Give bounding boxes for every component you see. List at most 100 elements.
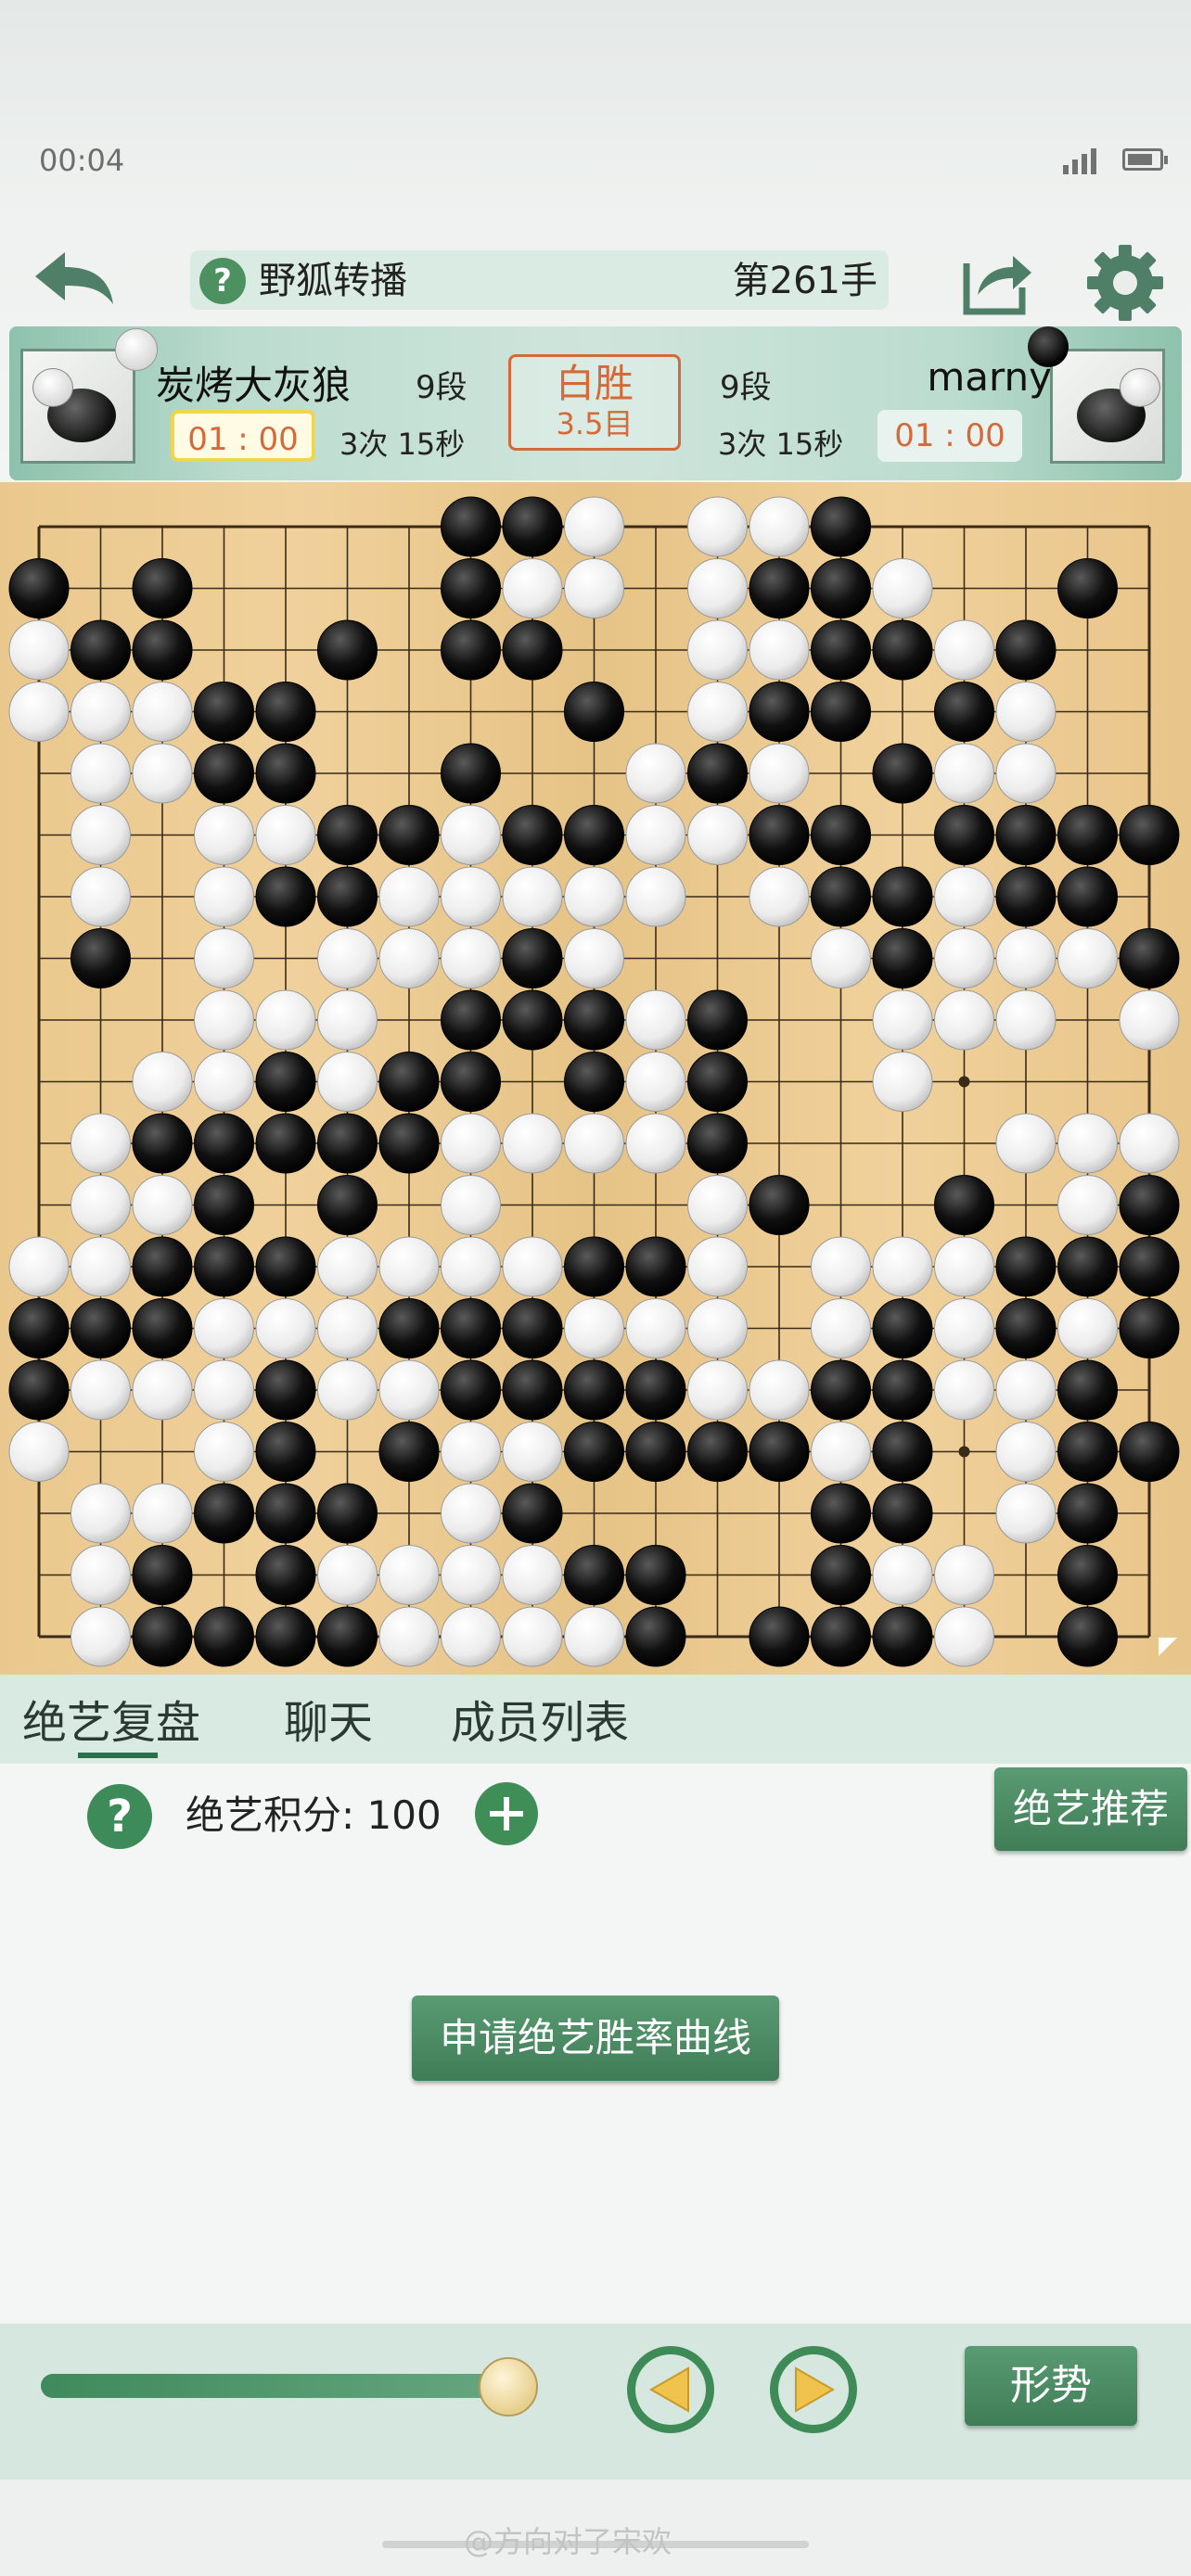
white-stone bbox=[1057, 1113, 1118, 1174]
help-icon[interactable]: ? bbox=[199, 258, 246, 304]
black-stone bbox=[441, 1052, 501, 1112]
black-stone bbox=[317, 1606, 378, 1667]
white-stone bbox=[194, 866, 254, 927]
black-player-rank: 9段 bbox=[416, 369, 467, 406]
black-stone bbox=[8, 1298, 70, 1358]
black-stone bbox=[687, 1422, 748, 1482]
white-stone bbox=[441, 1545, 501, 1605]
white-stone bbox=[687, 1359, 748, 1421]
tab-member-list[interactable]: 成员列表 bbox=[451, 1686, 629, 1751]
previous-move-button[interactable] bbox=[627, 2346, 714, 2433]
black-stone bbox=[502, 496, 563, 557]
white-stone bbox=[625, 805, 686, 865]
black-stone bbox=[687, 989, 748, 1051]
battery-icon bbox=[1122, 148, 1168, 171]
black-stone bbox=[687, 743, 748, 804]
black-stone bbox=[255, 1422, 316, 1482]
ai-recommend-button[interactable]: 绝艺推荐 bbox=[994, 1767, 1187, 1851]
gear-icon[interactable] bbox=[1083, 241, 1167, 325]
watermark: @方向对了宋欢 bbox=[464, 2524, 672, 2559]
black-stone bbox=[687, 1113, 748, 1174]
black-stone bbox=[441, 558, 501, 618]
black-stone bbox=[872, 1359, 933, 1421]
black-stone bbox=[378, 1113, 440, 1174]
black-stone bbox=[317, 1483, 378, 1544]
white-player-black-stone-indicator bbox=[1028, 326, 1069, 367]
black-stone bbox=[194, 1483, 254, 1544]
white-stone bbox=[625, 1113, 686, 1174]
black-stone bbox=[625, 1606, 686, 1667]
black-stone bbox=[8, 558, 70, 618]
move-slider-track[interactable] bbox=[41, 2374, 523, 2398]
white-stone bbox=[934, 1545, 994, 1605]
white-stone bbox=[934, 1298, 994, 1358]
white-stone bbox=[502, 1545, 563, 1605]
white-stone bbox=[934, 989, 994, 1051]
tab-chat[interactable]: 聊天 bbox=[284, 1686, 373, 1751]
white-stone bbox=[564, 866, 624, 927]
white-stone bbox=[564, 558, 624, 618]
score-help-icon[interactable]: ? bbox=[87, 1784, 152, 1849]
black-stone bbox=[502, 1483, 563, 1544]
white-stone bbox=[995, 1422, 1057, 1482]
share-icon[interactable] bbox=[961, 247, 1035, 317]
back-arrow-icon[interactable] bbox=[28, 243, 121, 317]
black-stone bbox=[564, 1545, 624, 1605]
white-stone bbox=[70, 805, 131, 865]
player-bar: 炭烤大灰狼 9段 01 : 00 3次 15秒 白胜 3.5目 9段 marny… bbox=[9, 326, 1182, 480]
black-stone bbox=[378, 1298, 440, 1358]
black-player-byoyomi: 3次 15秒 bbox=[339, 427, 466, 462]
black-stone bbox=[1057, 1422, 1118, 1482]
go-board-grid[interactable] bbox=[0, 482, 1191, 1678]
go-board[interactable] bbox=[0, 482, 1191, 1678]
tab-ai-review[interactable]: 绝艺复盘 bbox=[22, 1686, 200, 1751]
next-move-button[interactable] bbox=[770, 2346, 857, 2433]
situation-button[interactable]: 形势 bbox=[965, 2346, 1137, 2426]
white-stone bbox=[995, 1113, 1057, 1174]
white-stone bbox=[625, 1298, 686, 1358]
white-stone bbox=[749, 743, 810, 804]
white-stone bbox=[687, 1236, 748, 1297]
black-stone bbox=[502, 805, 563, 865]
white-stone bbox=[70, 1113, 131, 1174]
black-stone bbox=[132, 1298, 193, 1358]
move-slider-knob[interactable] bbox=[479, 2357, 538, 2417]
white-stone bbox=[441, 928, 501, 988]
black-stone bbox=[749, 1606, 810, 1667]
win-rate-curve-button[interactable]: 申请绝艺胜率曲线 bbox=[412, 1996, 779, 2081]
white-stone bbox=[934, 1606, 994, 1667]
white-stone bbox=[70, 1175, 131, 1235]
white-stone bbox=[378, 1236, 440, 1297]
white-stone bbox=[811, 1298, 871, 1358]
white-stone bbox=[995, 989, 1057, 1051]
white-stone bbox=[132, 682, 193, 742]
white-stone bbox=[378, 1606, 440, 1667]
black-stone bbox=[934, 1175, 994, 1235]
white-stone bbox=[934, 928, 994, 988]
black-stone bbox=[194, 682, 254, 742]
black-stone bbox=[378, 1422, 440, 1482]
white-stone bbox=[70, 1359, 131, 1421]
white-stone bbox=[564, 1606, 624, 1667]
black-stone bbox=[70, 1298, 131, 1358]
white-stone bbox=[564, 1298, 624, 1358]
white-stone bbox=[255, 805, 316, 865]
white-stone bbox=[8, 619, 70, 681]
black-stone bbox=[625, 1422, 686, 1482]
black-stone bbox=[872, 866, 933, 927]
black-stone bbox=[811, 682, 871, 742]
white-stone bbox=[934, 1359, 994, 1421]
black-stone bbox=[564, 682, 624, 742]
black-stone bbox=[995, 866, 1057, 927]
last-move-marker bbox=[1159, 1638, 1177, 1656]
white-stone bbox=[441, 1422, 501, 1482]
black-stone bbox=[255, 866, 316, 927]
white-player-avatar[interactable] bbox=[1050, 349, 1165, 464]
black-player-avatar[interactable] bbox=[20, 349, 135, 464]
tab-bar: 绝艺复盘 聊天 成员列表 bbox=[0, 1675, 1191, 1764]
black-stone bbox=[441, 989, 501, 1051]
triangle-left-icon bbox=[635, 2354, 706, 2425]
white-stone bbox=[872, 989, 933, 1051]
white-player-clock: 01 : 00 bbox=[877, 410, 1022, 462]
add-score-button[interactable] bbox=[475, 1782, 538, 1845]
